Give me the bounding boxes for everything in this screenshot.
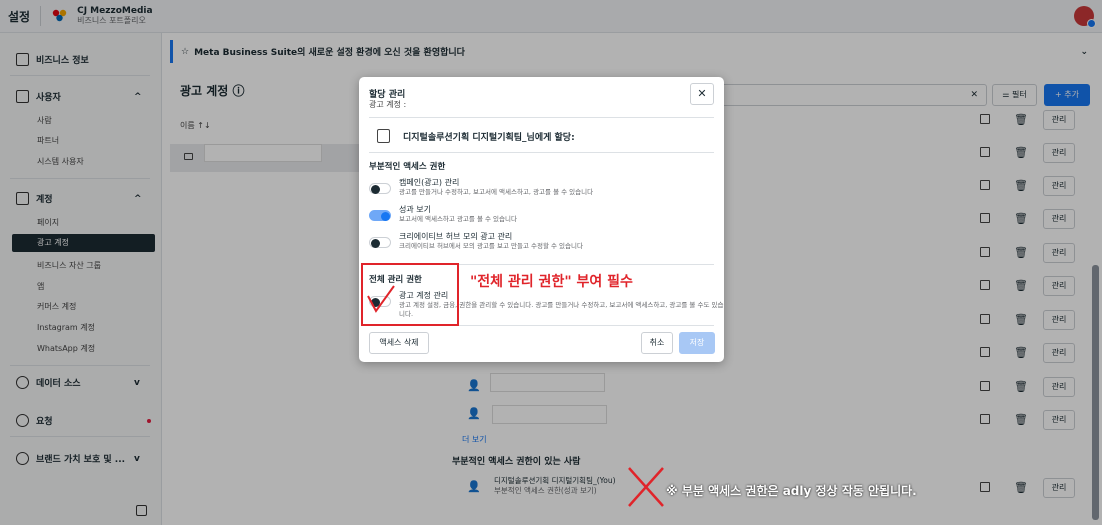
save-button[interactable]: 저장 [679,332,715,354]
campaign-toggle[interactable] [369,183,391,194]
perm-label: 성과 보기 [399,205,431,214]
perm-desc: 보고서에 액세스하고 광고를 볼 수 있습니다 [399,215,517,223]
view-performance-toggle[interactable] [369,210,391,221]
creative-hub-toggle[interactable] [369,237,391,248]
permission-creative-hub: 크리에이티브 허브 모의 광고 관리 크리에이티브 허브에서 모의 광고를 보고 … [369,232,583,251]
perm-label: 크리에이티브 허브 모의 광고 관리 [399,232,513,241]
assignee-text: 디지털솔루션기획 디지털기획팀_님에게 할당: [403,132,575,143]
permission-view-performance: 성과 보기 보고서에 액세스하고 광고를 볼 수 있습니다 [369,205,517,224]
remove-access-button[interactable]: 액세스 삭제 [369,332,429,354]
divider [369,152,714,153]
perm-label: 캠페인(광고) 관리 [399,178,460,187]
permission-campaign: 캠페인(광고) 관리 광고를 만들거나 수정하고, 보고서에 액세스하고, 광고를… [369,178,593,197]
perm-desc: 크리에이티브 허브에서 모의 광고를 보고 만들고 수정할 수 있습니다 [399,242,583,250]
cancel-button[interactable]: 취소 [641,332,673,354]
annotation-x-icon [628,467,664,507]
perm-desc: 광고를 만들거나 수정하고, 보고서에 액세스하고, 광고를 볼 수 있습니다 [399,188,594,196]
dialog-subtitle: 광고 계정 : [369,100,407,109]
people-icon [377,129,390,143]
partial-access-header: 부분적인 액세스 권한 [369,162,446,172]
annotation-partial-warning: ※ 부분 액세스 권한은 adly 정상 작동 안됩니다. [666,484,917,498]
annotation-check-icon [367,285,395,313]
close-button[interactable]: ✕ [690,83,714,105]
annotation-full-required: "전체 관리 권한" 부여 필수 [470,274,633,290]
assignee: 디지털솔루션기획 디지털기획팀_님에게 할당: [377,129,575,143]
divider [369,117,714,118]
